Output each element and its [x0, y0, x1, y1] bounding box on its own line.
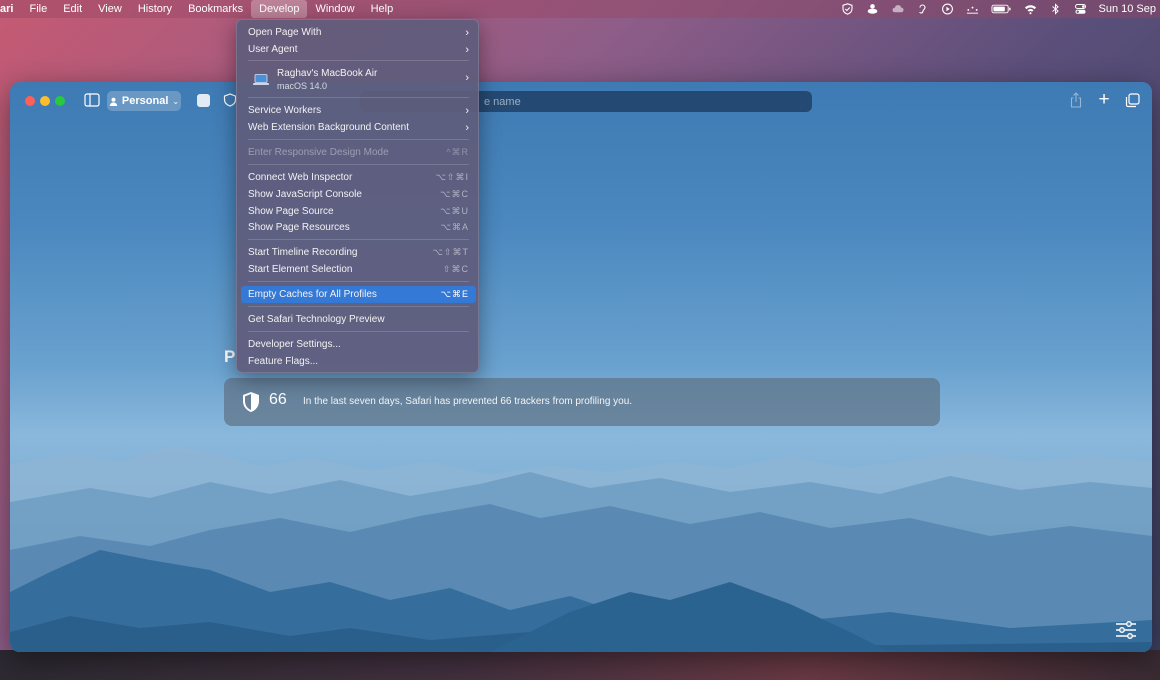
menu-separator: [248, 60, 469, 61]
develop-menu: Open Page With › User Agent › Raghav's M…: [236, 19, 479, 373]
shortcut-label: ⌥⇧⌘I: [435, 172, 469, 182]
menu-item-technology-preview[interactable]: Get Safari Technology Preview: [241, 311, 476, 328]
shortcut-label: ⌥⌘C: [440, 189, 469, 199]
shortcut-label: ^⌘R: [446, 147, 469, 157]
menu-separator: [248, 331, 469, 332]
sliders-icon[interactable]: [1115, 620, 1137, 640]
menu-item-developer-settings[interactable]: Developer Settings...: [241, 336, 476, 353]
tab-overview-icon[interactable]: [1125, 93, 1140, 108]
profile-label: Personal: [121, 95, 169, 107]
menu-item-user-agent[interactable]: User Agent ›: [241, 41, 476, 58]
profile-button[interactable]: Personal ⌄: [107, 91, 181, 111]
menu-history[interactable]: History: [130, 0, 180, 18]
menu-item-web-extension-background[interactable]: Web Extension Background Content ›: [241, 119, 476, 136]
hearing-icon[interactable]: [916, 3, 930, 15]
privacy-report-heading: P: [224, 347, 236, 366]
chevron-right-icon: ›: [465, 72, 469, 84]
bluetooth-icon[interactable]: [1049, 3, 1063, 15]
menu-app-name[interactable]: ari: [0, 0, 21, 18]
shortcut-label: ⌥⇧⌘T: [432, 247, 469, 257]
menu-item-javascript-console[interactable]: Show JavaScript Console ⌥⌘C: [241, 186, 476, 203]
device-os: macOS 14.0: [277, 81, 328, 91]
chevron-down-icon: ⌄: [172, 96, 180, 106]
menu-separator: [248, 281, 469, 282]
menu-bar: ari File Edit View History Bookmarks Dev…: [0, 0, 1160, 18]
chevron-right-icon: ›: [465, 104, 469, 117]
menu-bookmarks[interactable]: Bookmarks: [180, 0, 251, 18]
minimize-window-button[interactable]: [40, 96, 50, 106]
shield-icon: [243, 392, 259, 412]
privacy-report-card[interactable]: 66 In the last seven days, Safari has pr…: [224, 378, 940, 426]
menu-item-device[interactable]: Raghav's MacBook Air macOS 14.0 ›: [241, 64, 476, 92]
shortcut-label: ⌥⌘E: [440, 289, 469, 299]
menu-item-feature-flags[interactable]: Feature Flags...: [241, 353, 476, 370]
cloud-drop-icon[interactable]: [866, 3, 880, 15]
tracker-count: 66: [269, 391, 287, 408]
control-center-icon[interactable]: [1074, 3, 1088, 15]
wifi-icon[interactable]: [1024, 3, 1038, 15]
zoom-window-button[interactable]: [55, 96, 65, 106]
shortcut-label: ⌥⌘U: [440, 206, 469, 216]
desktop-background-strip: [0, 650, 1160, 680]
play-circle-icon[interactable]: [941, 3, 955, 15]
chevron-right-icon: ›: [465, 43, 469, 56]
address-placeholder: e name: [484, 95, 521, 108]
safari-window: Personal ⌄ e name + P 66 In the last sev…: [10, 82, 1152, 652]
menu-separator: [248, 239, 469, 240]
menu-bar-clock[interactable]: Sun 10 Sep: [1099, 3, 1157, 15]
menu-item-page-source[interactable]: Show Page Source ⌥⌘U: [241, 203, 476, 220]
menu-separator: [248, 97, 469, 98]
menu-item-responsive-design[interactable]: Enter Responsive Design Mode ^⌘R: [241, 144, 476, 161]
menu-separator: [248, 306, 469, 307]
menu-item-service-workers[interactable]: Service Workers ›: [241, 102, 476, 119]
dots-icon[interactable]: [966, 3, 980, 15]
menu-item-connect-web-inspector[interactable]: Connect Web Inspector ⌥⇧⌘I: [241, 169, 476, 186]
new-tab-icon[interactable]: +: [1097, 90, 1111, 109]
share-icon[interactable]: [1069, 92, 1083, 108]
battery-icon[interactable]: [991, 3, 1013, 15]
close-window-button[interactable]: [25, 96, 35, 106]
chevron-right-icon: ›: [465, 121, 469, 134]
menu-item-open-page-with[interactable]: Open Page With ›: [241, 24, 476, 41]
shortcut-label: ⇧⌘C: [442, 264, 469, 274]
menu-item-page-resources[interactable]: Show Page Resources ⌥⌘A: [241, 219, 476, 236]
mountains-wallpaper: [10, 446, 1152, 652]
shortcut-label: ⌥⌘A: [440, 222, 469, 232]
privacy-message: In the last seven days, Safari has preve…: [303, 396, 633, 407]
chevron-right-icon: ›: [465, 26, 469, 39]
menu-window[interactable]: Window: [307, 0, 362, 18]
status-area: Sun 10 Sep: [841, 0, 1160, 18]
safari-toolbar: Personal ⌄ e name +: [10, 82, 1152, 118]
sidebar-toggle-icon[interactable]: [84, 93, 100, 107]
menu-edit[interactable]: Edit: [55, 0, 90, 18]
menu-file[interactable]: File: [21, 0, 55, 18]
menu-item-element-selection[interactable]: Start Element Selection ⇧⌘C: [241, 261, 476, 278]
menu-help[interactable]: Help: [363, 0, 402, 18]
shield-check-icon[interactable]: [841, 3, 855, 15]
person-icon: [109, 97, 118, 106]
cloud-icon[interactable]: [891, 3, 905, 15]
device-name: Raghav's MacBook Air: [277, 68, 378, 79]
menu-item-timeline-recording[interactable]: Start Timeline Recording ⌥⇧⌘T: [241, 244, 476, 261]
extension-icon[interactable]: [197, 94, 210, 107]
privacy-shield-icon[interactable]: [223, 93, 237, 107]
laptop-icon: [253, 74, 269, 85]
menu-view[interactable]: View: [90, 0, 130, 18]
menu-separator: [248, 139, 469, 140]
menu-separator: [248, 164, 469, 165]
menu-item-empty-caches[interactable]: Empty Caches for All Profiles ⌥⌘E: [241, 286, 476, 303]
menu-develop[interactable]: Develop: [251, 0, 308, 18]
